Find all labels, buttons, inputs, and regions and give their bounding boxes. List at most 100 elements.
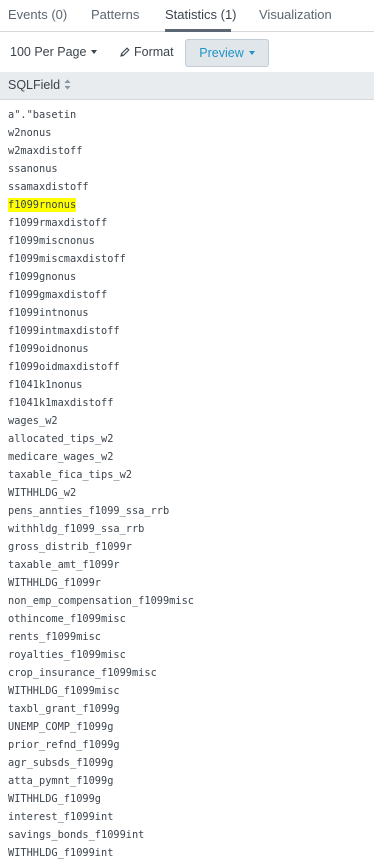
table-row[interactable]: WITHHLDG_f1099r: [0, 574, 374, 592]
table-row[interactable]: WITHHLDG_f1099misc: [0, 682, 374, 700]
per-page-dropdown[interactable]: 100 Per Page: [10, 32, 98, 72]
table-cell: w2nonus: [8, 127, 52, 139]
table-cell: UNEMP_COMP_f1099g: [8, 721, 114, 733]
table-row[interactable]: prior_refnd_f1099g: [0, 736, 374, 754]
table-row[interactable]: f1099gmaxdistoff: [0, 286, 374, 304]
table-cell: rents_f1099misc: [8, 631, 101, 643]
table-row[interactable]: taxable_fica_tips_w2: [0, 466, 374, 484]
table-row[interactable]: othincome_f1099misc: [0, 610, 374, 628]
table-cell: pens_annties_f1099_ssa_rrb: [8, 505, 170, 517]
table-row[interactable]: atta_pymnt_f1099g: [0, 772, 374, 790]
table-cell: f1099miscnonus: [8, 235, 95, 247]
table-cell: a"."basetin: [8, 109, 77, 121]
table-cell: ssamaxdistoff: [8, 181, 89, 193]
table-cell: WITHHLDG_f1099g: [8, 793, 101, 805]
table-row[interactable]: interest_f1099int: [0, 808, 374, 826]
table-cell: royalties_f1099misc: [8, 649, 126, 661]
tab-bar: Events (0) Patterns Statistics (1) Visua…: [0, 0, 374, 32]
table-cell: savings_bonds_f1099int: [8, 829, 145, 841]
table-row[interactable]: gross_distrib_f1099r: [0, 538, 374, 556]
table-row[interactable]: wages_w2: [0, 412, 374, 430]
preview-label: Preview: [199, 46, 244, 60]
table-cell: WITHHLDG_f1099misc: [8, 685, 120, 697]
table-row[interactable]: allocated_tips_w2: [0, 430, 374, 448]
table-row[interactable]: f1099intmaxdistoff: [0, 322, 374, 340]
chevron-down-icon: [91, 49, 98, 54]
table-cell: crop_insurance_f1099misc: [8, 667, 157, 679]
tab-patterns[interactable]: Patterns: [91, 0, 139, 31]
table-cell: f1099miscmaxdistoff: [8, 253, 126, 265]
table-row[interactable]: f1041k1nonus: [0, 376, 374, 394]
table-row[interactable]: withhldg_f1099_ssa_rrb: [0, 520, 374, 538]
table-cell: medicare_wages_w2: [8, 451, 114, 463]
table-body: a"."basetin w2nonus w2maxdistoff ssanonus ss…: [0, 106, 374, 862]
table-cell: f1099rnonus: [8, 198, 77, 212]
table-row[interactable]: f1099gnonus: [0, 268, 374, 286]
table-row[interactable]: ssanonus: [0, 160, 374, 178]
table-row[interactable]: f1099miscnonus: [0, 232, 374, 250]
format-button[interactable]: Format: [120, 32, 174, 72]
table-cell: wages_w2: [8, 415, 58, 427]
table-cell: f1099gmaxdistoff: [8, 289, 108, 301]
per-page-label: 100 Per Page: [10, 45, 87, 59]
table-row[interactable]: WITHHLDG_f1099g: [0, 790, 374, 808]
table-cell: f1099oidnonus: [8, 343, 89, 355]
table-row[interactable]: agr_subsds_f1099g: [0, 754, 374, 772]
chevron-down-icon: [248, 50, 255, 55]
sort-icon: [64, 79, 71, 90]
table-cell: taxable_amt_f1099r: [8, 559, 120, 571]
table-cell: withhldg_f1099_ssa_rrb: [8, 523, 145, 535]
table-cell: ssanonus: [8, 163, 58, 175]
table-cell: prior_refnd_f1099g: [8, 739, 120, 751]
table-cell: gross_distrib_f1099r: [8, 541, 132, 553]
table-row[interactable]: WITHHLDG_f1099int: [0, 844, 374, 862]
table-row[interactable]: f1099oidmaxdistoff: [0, 358, 374, 376]
tab-events[interactable]: Events (0): [8, 0, 67, 31]
table-row[interactable]: non_emp_compensation_f1099misc: [0, 592, 374, 610]
table-row[interactable]: taxable_amt_f1099r: [0, 556, 374, 574]
table-row[interactable]: a"."basetin: [0, 106, 374, 124]
table-cell: atta_pymnt_f1099g: [8, 775, 114, 787]
table-row[interactable]: w2maxdistoff: [0, 142, 374, 160]
table-cell: WITHHLDG_f1099r: [8, 577, 101, 589]
table-row[interactable]: royalties_f1099misc: [0, 646, 374, 664]
table-row[interactable]: crop_insurance_f1099misc: [0, 664, 374, 682]
column-header-sqlfield[interactable]: SQLField: [8, 72, 71, 99]
preview-dropdown-button[interactable]: Preview: [185, 39, 269, 67]
tab-statistics[interactable]: Statistics (1): [165, 0, 237, 32]
table-cell: WITHHLDG_w2: [8, 487, 77, 499]
table-cell: f1099intnonus: [8, 307, 89, 319]
results-toolbar: 100 Per Page Format Preview: [0, 32, 374, 72]
table-row[interactable]: w2nonus: [0, 124, 374, 142]
table-row[interactable]: f1099intnonus: [0, 304, 374, 322]
table-cell: f1099oidmaxdistoff: [8, 361, 120, 373]
table-cell: non_emp_compensation_f1099misc: [8, 595, 194, 607]
table-row[interactable]: savings_bonds_f1099int: [0, 826, 374, 844]
table-row[interactable]: medicare_wages_w2: [0, 448, 374, 466]
pencil-icon: [120, 47, 130, 57]
table-cell: f1099gnonus: [8, 271, 77, 283]
table-cell: f1041k1maxdistoff: [8, 397, 114, 409]
table-cell: allocated_tips_w2: [8, 433, 114, 445]
table-cell: WITHHLDG_f1099int: [8, 847, 114, 859]
tab-visualization[interactable]: Visualization: [259, 0, 332, 31]
table-row[interactable]: pens_annties_f1099_ssa_rrb: [0, 502, 374, 520]
table-row[interactable]: f1099oidnonus: [0, 340, 374, 358]
table-cell: f1041k1nonus: [8, 379, 83, 391]
table-cell: w2maxdistoff: [8, 145, 83, 157]
table-header: SQLField: [0, 72, 374, 100]
table-row[interactable]: WITHHLDG_w2: [0, 484, 374, 502]
table-cell: f1099intmaxdistoff: [8, 325, 120, 337]
table-row[interactable]: f1099rnonus: [0, 196, 374, 214]
column-header-label: SQLField: [8, 78, 61, 92]
table-row[interactable]: f1099miscmaxdistoff: [0, 250, 374, 268]
table-cell: othincome_f1099misc: [8, 613, 126, 625]
table-row[interactable]: rents_f1099misc: [0, 628, 374, 646]
table-row[interactable]: UNEMP_COMP_f1099g: [0, 718, 374, 736]
table-row[interactable]: ssamaxdistoff: [0, 178, 374, 196]
table-row[interactable]: f1099rmaxdistoff: [0, 214, 374, 232]
table-cell: f1099rmaxdistoff: [8, 217, 108, 229]
table-row[interactable]: taxbl_grant_f1099g: [0, 700, 374, 718]
table-cell: taxbl_grant_f1099g: [8, 703, 120, 715]
table-row[interactable]: f1041k1maxdistoff: [0, 394, 374, 412]
